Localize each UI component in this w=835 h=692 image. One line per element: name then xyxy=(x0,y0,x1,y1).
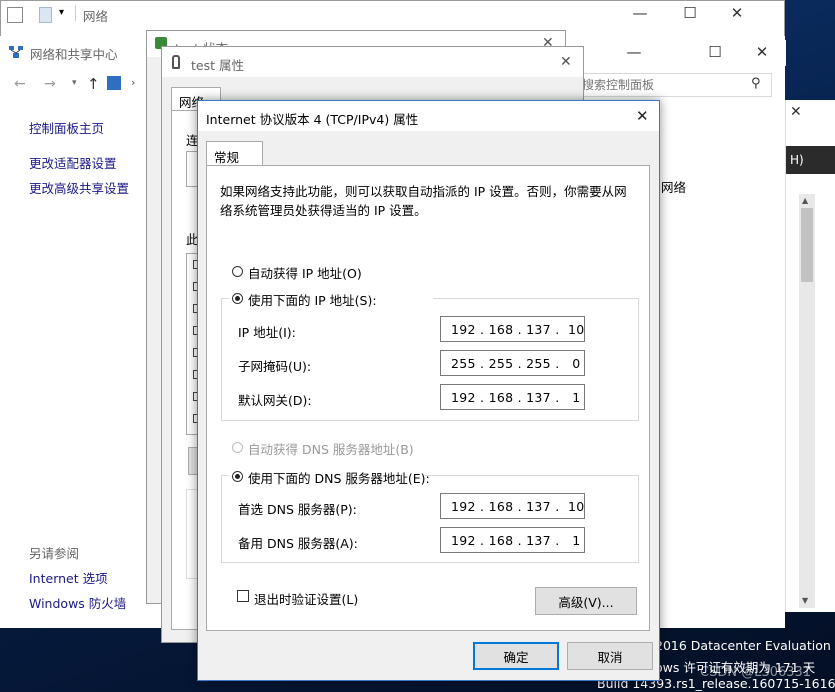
gateway-label: 默认网关(D): xyxy=(238,393,312,408)
manual-dns-radio[interactable] xyxy=(232,471,243,482)
ip-address-label: IP 地址(I): xyxy=(238,325,296,340)
subnet-mask-label: 子网掩码(U): xyxy=(238,359,312,374)
csdn-watermark: CSDN @L306331 xyxy=(700,665,812,680)
dialog-close-button[interactable]: ✕ xyxy=(636,107,649,125)
up-arrow-icon[interactable]: ↑ xyxy=(87,75,100,93)
title-separator xyxy=(75,5,76,21)
scrollbar-track[interactable]: ▲ ▼ xyxy=(799,194,815,608)
general-panel: 如果网络支持此功能，则可以获取自动指派的 IP 设置。否则，你需要从网络系统管理… xyxy=(206,165,650,631)
sidebar-item-internet-options[interactable]: Internet 选项 xyxy=(29,568,108,587)
address-network-icon xyxy=(107,76,121,90)
sidebar-item-sharing[interactable]: 更改高级共享设置 xyxy=(29,178,129,197)
sidebar-item-home[interactable]: 控制面板主页 xyxy=(29,118,104,137)
subnet-mask-field[interactable]: 255 . 255 . 255 . 0 xyxy=(440,350,585,376)
preferred-dns-label: 首选 DNS 服务器(P): xyxy=(238,502,357,517)
scrollbar-thumb[interactable] xyxy=(801,208,813,282)
maximize-button[interactable]: ☐ xyxy=(678,4,702,22)
properties-title: test 属性 xyxy=(191,58,244,73)
network-center-titlebar: — ☐ ✕ xyxy=(586,40,786,66)
search-input[interactable] xyxy=(580,77,754,93)
minimize-button[interactable]: — xyxy=(628,4,652,22)
manual-dns-label[interactable]: 使用下面的 DNS 服务器地址(E): xyxy=(248,468,430,487)
checkbox-icon xyxy=(7,7,23,23)
dropdown-icon[interactable]: ▾ xyxy=(59,7,64,18)
auto-dns-label[interactable]: 自动获得 DNS 服务器地址(B) xyxy=(248,439,414,458)
alternate-dns-field[interactable]: 192 . 168 . 137 . 1 xyxy=(440,527,585,553)
see-also-heading: 另请参阅 xyxy=(29,546,80,561)
properties-close-icon[interactable]: ✕ xyxy=(560,54,572,70)
auto-ip-radio[interactable] xyxy=(232,266,243,277)
ip-address-field[interactable]: 192 . 168 . 137 . 10 xyxy=(440,316,585,342)
recent-dropdown-icon[interactable]: ▾ xyxy=(72,78,77,88)
dialog-description: 如果网络支持此功能，则可以获取自动指派的 IP 设置。否则，你需要从网络系统管理… xyxy=(220,184,627,218)
adapter-icon xyxy=(172,55,180,69)
network-label: 网络 xyxy=(661,180,687,195)
scroll-down-icon[interactable]: ▼ xyxy=(802,596,808,605)
network-center-icon xyxy=(8,45,24,59)
auto-dns-radio[interactable] xyxy=(232,442,243,453)
validate-checkbox[interactable] xyxy=(237,590,249,602)
manual-ip-radio[interactable] xyxy=(232,293,243,304)
tab-general[interactable]: 常规 xyxy=(206,141,263,166)
validate-label[interactable]: 退出时验证设置(L) xyxy=(254,589,358,608)
close-button[interactable]: ✕ xyxy=(725,4,749,22)
side-window[interactable]: ✕ H) ▲ ▼ xyxy=(785,100,835,612)
ipv4-properties-dialog[interactable]: Internet 协议版本 4 (TCP/IPv4) 属性 ✕ 常规 如果网络支… xyxy=(197,100,660,681)
sidebar-item-firewall[interactable]: Windows 防火墙 xyxy=(29,593,126,612)
ok-button[interactable]: 确定 xyxy=(473,642,559,670)
explorer-title: 网络 xyxy=(83,9,109,24)
gateway-field[interactable]: 192 . 168 . 137 . 1 xyxy=(440,384,585,410)
side-window-close-icon[interactable]: ✕ xyxy=(790,104,802,120)
back-arrow-icon[interactable]: ← xyxy=(14,76,26,92)
search-icon[interactable]: ⚲ xyxy=(751,76,761,91)
side-window-header: H) xyxy=(786,146,835,174)
auto-ip-label[interactable]: 自动获得 IP 地址(O) xyxy=(248,263,362,282)
forward-arrow-icon[interactable]: → xyxy=(44,76,56,92)
alternate-dns-label: 备用 DNS 服务器(A): xyxy=(238,536,358,551)
search-box[interactable]: ⚲ xyxy=(577,73,772,97)
preferred-dns-field[interactable]: 192 . 168 . 137 . 10 xyxy=(440,493,585,519)
sidebar-item-adapter[interactable]: 更改适配器设置 xyxy=(29,153,117,172)
network-center-title: 网络和共享中心 xyxy=(30,47,118,62)
scroll-up-icon[interactable]: ▲ xyxy=(802,196,808,205)
cancel-button[interactable]: 取消 xyxy=(567,642,653,670)
manual-ip-label[interactable]: 使用下面的 IP 地址(S): xyxy=(248,290,377,309)
document-icon xyxy=(39,7,52,23)
dialog-title: Internet 协议版本 4 (TCP/IPv4) 属性 xyxy=(206,112,419,127)
advanced-button[interactable]: 高级(V)... xyxy=(535,587,637,615)
breadcrumb-chevron-icon[interactable]: › xyxy=(131,76,135,89)
watermark-line-1: 2016 Datacenter Evaluation xyxy=(655,638,831,653)
dialog-titlebar: Internet 协议版本 4 (TCP/IPv4) 属性 ✕ xyxy=(198,101,659,131)
